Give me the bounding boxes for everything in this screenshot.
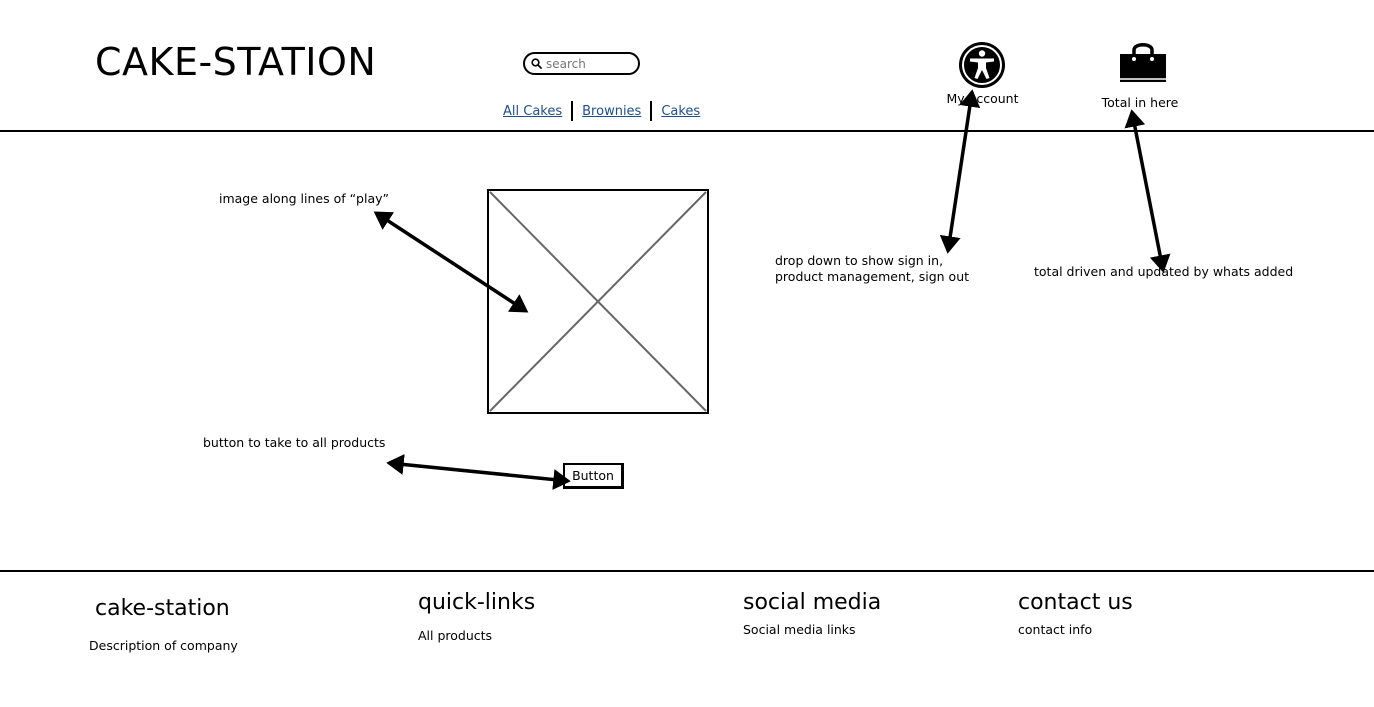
footer-link-all-products[interactable]: All products	[418, 628, 492, 643]
all-products-button[interactable]: Button	[563, 463, 624, 489]
account-dropdown-annotation: drop down to show sign in, product manag…	[775, 253, 970, 284]
nav-divider	[650, 101, 653, 121]
footer-title-social-media: social media	[743, 590, 882, 615]
footer-title-quick-links: quick-links	[418, 590, 536, 615]
nav-divider	[571, 101, 574, 121]
category-nav: All Cakes Brownies Cakes	[500, 101, 703, 121]
button-annotation: button to take to all products	[203, 435, 386, 450]
site-logo[interactable]: CAKE-STATION	[95, 40, 376, 84]
cart-total-label[interactable]: Total in here	[1095, 95, 1185, 110]
footer-title-cake-station: cake-station	[95, 596, 230, 621]
footer-contact-info[interactable]: contact info	[1018, 622, 1092, 637]
search-icon	[531, 58, 542, 69]
footer-divider	[0, 570, 1374, 572]
search-box[interactable]	[523, 52, 640, 75]
footer-social-media-links[interactable]: Social media links	[743, 622, 856, 637]
accessibility-person-icon[interactable]	[958, 41, 1006, 89]
header-divider	[0, 130, 1374, 132]
nav-link-cakes[interactable]: Cakes	[658, 104, 703, 119]
shopping-bag-icon[interactable]	[1117, 38, 1169, 90]
footer-company-description: Description of company	[89, 638, 238, 653]
account-label[interactable]: My account	[940, 91, 1025, 106]
arrow-account	[939, 89, 981, 254]
image-annotation: image along lines of “play”	[219, 191, 390, 206]
search-input[interactable]	[546, 56, 636, 71]
nav-link-all-cakes[interactable]: All Cakes	[500, 104, 565, 119]
footer-title-contact-us: contact us	[1018, 590, 1133, 615]
image-placeholder-icon	[487, 189, 709, 414]
arrow-button	[386, 454, 571, 490]
nav-link-brownies[interactable]: Brownies	[579, 104, 644, 119]
cart-annotation: total driven and updated by whats added	[1034, 264, 1294, 279]
arrow-cart	[1124, 109, 1171, 273]
